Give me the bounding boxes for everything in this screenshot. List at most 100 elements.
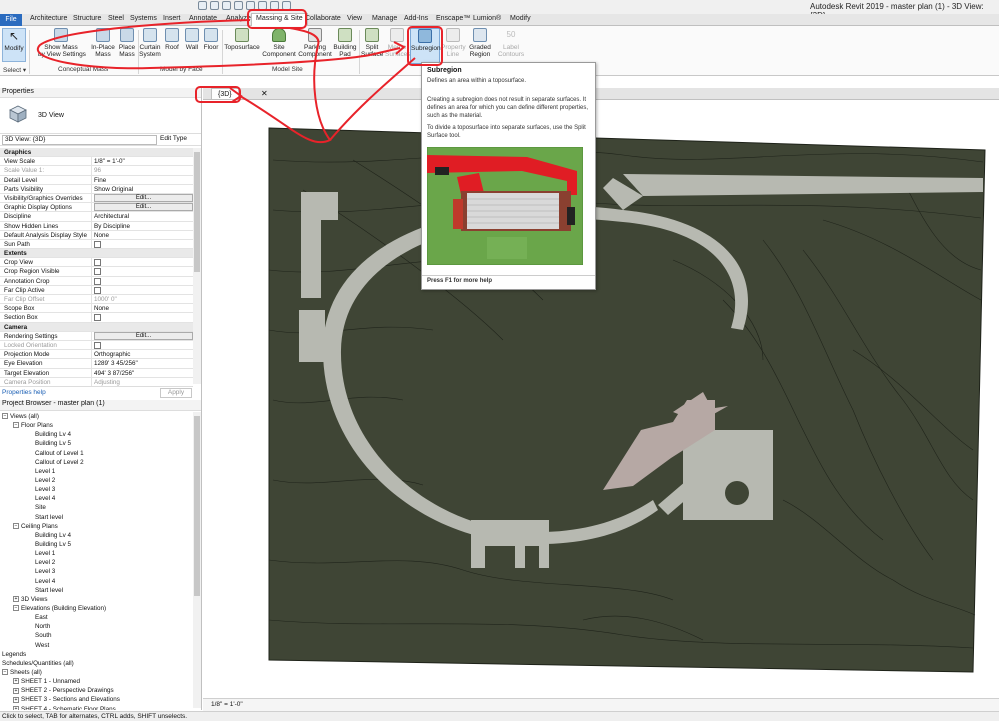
browser-node[interactable]: Start level	[0, 586, 193, 595]
checkbox[interactable]	[94, 259, 101, 267]
expand-icon[interactable]: +	[13, 705, 19, 710]
checkbox[interactable]	[94, 286, 101, 294]
tab-view[interactable]: View	[347, 15, 362, 22]
tab-insert[interactable]: Insert	[163, 15, 181, 22]
browser-node[interactable]: +3D Views	[0, 595, 193, 604]
browser-node[interactable]: + SHEET 1 - Unnamed	[0, 677, 193, 686]
checkbox[interactable]	[94, 240, 101, 248]
tab-file[interactable]: File	[0, 14, 22, 26]
browser-node[interactable]: Building Lv 5	[0, 439, 193, 448]
edit-button[interactable]: Edit...	[94, 193, 193, 202]
property-checkbox[interactable]	[92, 286, 193, 294]
browser-node[interactable]: − Views (all)	[0, 412, 193, 421]
tab-annotate[interactable]: Annotate	[189, 15, 217, 22]
view-selector[interactable]: 3D View: {3D}	[2, 135, 157, 145]
browser-node[interactable]: Level 2	[0, 476, 193, 485]
browser-node[interactable]: East	[0, 613, 193, 622]
browser-node[interactable]: Schedules/Quantities (all)	[0, 659, 193, 668]
tab-add-ins[interactable]: Add-Ins	[404, 15, 428, 22]
edit-type-button[interactable]: Edit Type	[160, 135, 187, 142]
browser-node[interactable]: Site	[0, 503, 193, 512]
modify-button[interactable]: ↖ Modify	[2, 28, 26, 62]
floor-button[interactable]: Floor	[202, 28, 220, 51]
browser-node[interactable]: + SHEET 4 - Schematic Floor Plans	[0, 705, 193, 710]
checkbox[interactable]	[94, 341, 101, 349]
property-checkbox[interactable]	[92, 313, 193, 322]
toposurface-button[interactable]: Toposurface	[224, 28, 260, 51]
collapse-icon[interactable]: −	[2, 669, 8, 676]
browser-node[interactable]: North	[0, 622, 193, 631]
merge-surfaces-button[interactable]: Merge Surfaces	[385, 28, 411, 58]
tab-architecture[interactable]: Architecture	[30, 15, 67, 22]
tab-analyze[interactable]: Analyze	[226, 15, 251, 22]
property-value[interactable]: Fine	[92, 176, 193, 184]
browser-node[interactable]: Level 1	[0, 467, 193, 476]
section-icon[interactable]	[258, 1, 267, 10]
expand-icon[interactable]: +	[13, 678, 19, 685]
browser-node[interactable]: + SHEET 2 - Perspective Drawings	[0, 686, 193, 695]
split-surface-button[interactable]: Split Surface	[361, 28, 383, 58]
browser-node[interactable]: Level 3	[0, 485, 193, 494]
expand-icon[interactable]: +	[13, 596, 19, 603]
browser-node[interactable]: Building Lv 4	[0, 531, 193, 540]
place-mass-button[interactable]: Place Mass	[117, 28, 137, 58]
tab-systems[interactable]: Systems	[130, 15, 157, 22]
property-value[interactable]: Adjusting	[92, 378, 193, 386]
browser-node[interactable]: Legends	[0, 650, 193, 659]
building-pad-button[interactable]: Building Pad	[333, 28, 357, 58]
curtain-system-button[interactable]: Curtain System	[139, 28, 161, 58]
subregion-button[interactable]: Subregion	[410, 28, 441, 64]
browser-node[interactable]: Building Lv 4	[0, 430, 193, 439]
property-checkbox[interactable]	[92, 240, 193, 248]
property-value[interactable]: 1289' 3 45/256"	[92, 359, 193, 367]
property-edit-button[interactable]: Edit...	[92, 193, 193, 202]
tab-steel[interactable]: Steel	[108, 15, 124, 22]
property-checkbox[interactable]	[92, 258, 193, 267]
close-icon[interactable]: ✕	[261, 88, 268, 100]
redo-icon[interactable]	[210, 1, 219, 10]
property-value[interactable]: Orthographic	[92, 350, 193, 358]
text-icon[interactable]	[234, 1, 243, 10]
graded-region-button[interactable]: Graded Region	[467, 28, 493, 58]
browser-node[interactable]: − Ceiling Plans	[0, 522, 193, 531]
browser-node[interactable]: Level 4	[0, 494, 193, 503]
site-3d-model[interactable]	[203, 100, 999, 698]
expand-icon[interactable]: +	[13, 687, 19, 694]
property-checkbox[interactable]	[92, 277, 193, 285]
tab-massing-site[interactable]: Massing & Site	[251, 13, 308, 26]
tab-modify[interactable]: Modify	[510, 15, 531, 22]
browser-node[interactable]: Level 4	[0, 577, 193, 586]
browser-node[interactable]: − Elevations (Building Elevation)	[0, 604, 193, 613]
drawing-canvas[interactable]	[203, 100, 999, 698]
edit-button[interactable]: Edit...	[94, 203, 193, 212]
label-contours-button[interactable]: 50 Label Contours	[497, 28, 525, 58]
browser-node[interactable]: West	[0, 641, 193, 650]
browser-node[interactable]: South	[0, 631, 193, 640]
browser-node[interactable]: Level 2	[0, 558, 193, 567]
view-scale[interactable]: 1/8" = 1'-0"	[211, 701, 243, 708]
parking-component-button[interactable]: Parking Component	[298, 28, 332, 58]
property-value[interactable]: 1/8" = 1'-0"	[92, 157, 193, 165]
property-line-button[interactable]: Property Line	[441, 28, 466, 58]
expand-icon[interactable]: +	[13, 696, 19, 703]
wall-button[interactable]: Wall	[184, 28, 200, 51]
checkbox[interactable]	[94, 268, 101, 276]
property-value[interactable]: 494' 3 87/256"	[92, 369, 193, 377]
tab-3d-view[interactable]: {3D}	[211, 88, 239, 100]
property-edit-button[interactable]: Edit...	[92, 203, 193, 212]
undo-icon[interactable]	[198, 1, 207, 10]
collapse-icon[interactable]: −	[13, 605, 19, 612]
tab-enscape[interactable]: Enscape™	[436, 15, 470, 22]
browser-node[interactable]: − Floor Plans	[0, 421, 193, 430]
property-checkbox[interactable]	[92, 267, 193, 276]
checkbox[interactable]	[94, 277, 101, 285]
property-value[interactable]: Show Original	[92, 185, 193, 193]
tab-lumion[interactable]: Lumion®	[473, 15, 501, 22]
select-dropdown[interactable]: Select ▾	[3, 66, 26, 74]
checkbox[interactable]	[94, 314, 101, 322]
browser-scrollbar[interactable]	[193, 412, 201, 708]
edit-button[interactable]: Edit...	[94, 331, 193, 340]
browser-node[interactable]: Level 1	[0, 549, 193, 558]
browser-node[interactable]: Level 3	[0, 567, 193, 576]
measure-icon[interactable]	[222, 1, 231, 10]
